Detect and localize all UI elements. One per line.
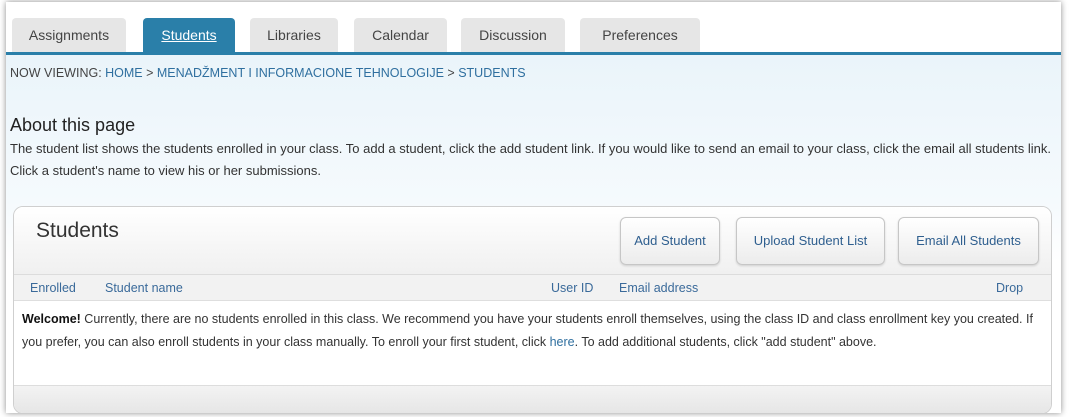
welcome-text: Currently, there are no students enrolle… (22, 312, 1033, 349)
welcome-bold: Welcome! (22, 312, 81, 326)
email-all-students-button[interactable]: Email All Students (898, 217, 1039, 265)
app-window: Assignments Students Libraries Calendar … (6, 2, 1061, 413)
students-panel: Students Add Student Upload Student List… (13, 206, 1052, 413)
welcome-text-end: . To add additional students, click "add… (574, 335, 877, 349)
tab-bar: Assignments Students Libraries Calendar … (6, 2, 1061, 55)
tab-discussion[interactable]: Discussion (461, 18, 565, 52)
column-user-id[interactable]: User ID (551, 281, 593, 295)
breadcrumb-course-link[interactable]: MENADŽMENT I INFORMACIONE TEHNOLOGIJE (157, 66, 444, 80)
column-drop[interactable]: Drop (996, 281, 1023, 295)
tab-assignments[interactable]: Assignments (12, 18, 126, 52)
panel-title: Students (36, 219, 119, 242)
add-student-button[interactable]: Add Student (620, 217, 720, 265)
about-text: The student list shows the students enro… (10, 141, 1052, 178)
column-student-name[interactable]: Student name (105, 281, 183, 295)
column-email-address[interactable]: Email address (619, 281, 698, 295)
breadcrumb: NOW VIEWING: HOME > MENADŽMENT I INFORMA… (10, 66, 526, 80)
breadcrumb-separator: > (142, 66, 157, 80)
breadcrumb-separator: > (443, 66, 459, 80)
tab-calendar[interactable]: Calendar (354, 18, 447, 52)
enroll-here-link[interactable]: here (550, 335, 575, 349)
table-header: Enrolled Student name User ID Email addr… (14, 275, 1051, 301)
upload-student-list-button[interactable]: Upload Student List (736, 217, 885, 265)
breadcrumb-current[interactable]: STUDENTS (458, 66, 525, 80)
panel-header: Students Add Student Upload Student List… (14, 207, 1051, 275)
tab-libraries[interactable]: Libraries (250, 18, 338, 52)
tab-students[interactable]: Students (143, 18, 235, 52)
panel-footer (14, 385, 1051, 413)
breadcrumb-home-link[interactable]: HOME (105, 66, 143, 80)
column-enrolled[interactable]: Enrolled (30, 281, 76, 295)
about-title: About this page (10, 115, 136, 135)
breadcrumb-prefix: NOW VIEWING: (10, 66, 106, 80)
welcome-message: Welcome! Currently, there are no student… (22, 308, 1047, 354)
tab-preferences[interactable]: Preferences (580, 18, 700, 52)
